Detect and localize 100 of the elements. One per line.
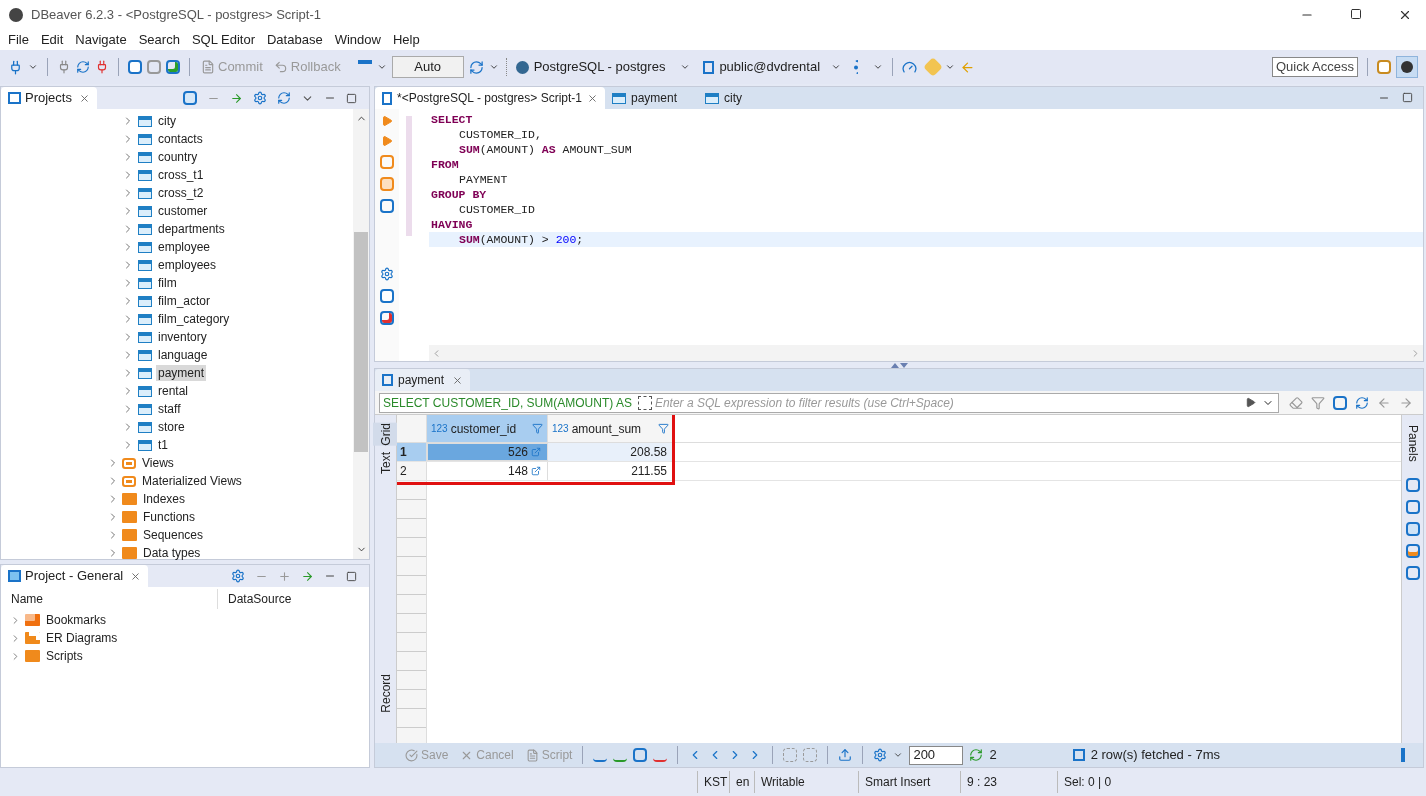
tree-item[interactable]: Indexes — [143, 490, 186, 508]
clear-filter-icon[interactable] — [1289, 395, 1303, 410]
results-tab[interactable]: payment — [375, 369, 471, 391]
side-tab[interactable]: Grid — [372, 423, 399, 446]
link-icon[interactable] — [531, 466, 541, 476]
editor-tab[interactable]: city — [698, 87, 749, 109]
back-icon[interactable] — [1377, 395, 1391, 410]
scroll-thumb[interactable] — [354, 232, 368, 452]
sash-arrows-icon[interactable] — [889, 362, 909, 368]
horizontal-scrollbar[interactable] — [429, 345, 1423, 361]
new-folder-icon[interactable] — [183, 91, 197, 105]
tree-item[interactable]: customer — [156, 203, 210, 219]
save-filter-icon[interactable] — [1333, 395, 1347, 410]
sql-view-icon[interactable] — [783, 748, 798, 762]
refresh-icon[interactable] — [1355, 395, 1369, 410]
column-header[interactable]: DataSource — [218, 589, 369, 609]
tree-item[interactable]: departments — [156, 221, 227, 237]
dropdown-icon[interactable] — [488, 62, 499, 72]
tree-item[interactable]: Scripts — [46, 647, 83, 665]
tree-item[interactable]: cross_t1 — [156, 167, 206, 183]
dropdown-icon[interactable] — [28, 62, 38, 72]
fetch-size-field[interactable]: 200 — [909, 745, 964, 765]
menu-item[interactable]: Window — [328, 30, 387, 50]
disconnect-icon[interactable] — [95, 60, 109, 74]
execute-statement-icon[interactable] — [381, 135, 393, 147]
menu-item[interactable]: Edit — [34, 30, 70, 50]
plug-icon[interactable] — [57, 60, 71, 74]
settings-icon[interactable] — [253, 91, 267, 105]
tree-item[interactable]: contacts — [156, 131, 205, 147]
panel-icon[interactable] — [1405, 543, 1420, 558]
add-icon[interactable] — [278, 569, 291, 583]
dropdown-icon[interactable] — [376, 62, 387, 72]
tree-item[interactable]: staff — [156, 401, 183, 417]
menu-item[interactable]: SQL Editor — [185, 30, 261, 50]
link-icon[interactable] — [531, 447, 541, 457]
new-script-icon[interactable] — [166, 60, 180, 74]
tree-item[interactable]: ER Diagrams — [46, 629, 118, 647]
perspective-icon[interactable] — [1377, 60, 1391, 74]
dropdown-icon[interactable] — [893, 750, 904, 760]
schema-selector[interactable]: public@dvdrental — [701, 57, 844, 77]
tree-item[interactable]: t1 — [156, 437, 170, 453]
commit-mode-button[interactable]: Auto — [391, 56, 464, 78]
tree-item[interactable]: Functions — [143, 508, 196, 526]
tree-item[interactable]: store — [156, 419, 187, 435]
tree-item[interactable]: cross_t2 — [156, 185, 206, 201]
settings-icon[interactable] — [231, 569, 245, 583]
dashboard-icon[interactable] — [902, 59, 918, 75]
execute-icon[interactable] — [381, 115, 393, 127]
explain-icon[interactable] — [380, 199, 394, 213]
export-icon[interactable] — [838, 748, 853, 762]
panel-icon[interactable] — [1405, 521, 1420, 536]
reconnect-icon[interactable] — [76, 60, 90, 74]
maximize-icon[interactable] — [1350, 8, 1362, 20]
table-cell[interactable]: 148 — [427, 462, 548, 480]
refresh-icon[interactable] — [969, 748, 984, 762]
panel-tab[interactable]: Project - General — [1, 565, 149, 587]
settings-icon[interactable] — [380, 267, 394, 281]
dropdown-icon[interactable] — [873, 62, 884, 72]
copy-row-icon[interactable] — [633, 748, 648, 762]
panel-tab[interactable]: Projects — [1, 87, 97, 109]
side-tab[interactable]: Text — [372, 451, 399, 474]
apply-filter-icon[interactable] — [1245, 397, 1256, 408]
menu-item[interactable]: Help — [386, 30, 426, 50]
tree-item[interactable]: inventory — [156, 329, 209, 345]
close-icon[interactable] — [1398, 8, 1412, 22]
menu-item[interactable]: File — [2, 30, 35, 50]
execute-new-tab-icon[interactable] — [380, 177, 394, 191]
panel-icon[interactable] — [1405, 565, 1420, 580]
column-header[interactable]: 123 customer_id — [427, 415, 548, 442]
connect-icon[interactable] — [8, 59, 23, 75]
tree-item[interactable]: employees — [156, 257, 219, 273]
panel-icon[interactable] — [1405, 477, 1420, 492]
dbeaver-perspective-icon[interactable] — [1396, 56, 1418, 78]
scrollbar[interactable] — [353, 109, 369, 559]
tree-item[interactable]: language — [156, 347, 210, 363]
expand-icon[interactable] — [637, 395, 652, 410]
panels-tab[interactable]: Panels — [1401, 425, 1424, 462]
row-number[interactable]: 2 — [397, 462, 427, 480]
table-cell[interactable]: 526 — [427, 443, 548, 461]
refresh-icon[interactable] — [277, 91, 291, 105]
link-icon[interactable] — [301, 569, 314, 583]
link-icon[interactable] — [230, 91, 243, 105]
grid-view-icon[interactable] — [803, 748, 818, 762]
side-tab[interactable]: Record — [372, 674, 399, 713]
dropdown-icon[interactable] — [945, 62, 956, 72]
script-icon[interactable] — [147, 60, 161, 74]
filter-field[interactable]: SELECT CUSTOMER_ID, SUM(AMOUNT) AS Enter a SQL expression to filter results (use Ctrl+Space) — [379, 392, 1279, 413]
execute-script-icon[interactable] — [380, 155, 394, 169]
menu-item[interactable]: Database — [261, 30, 329, 50]
tree-item[interactable]: film — [156, 275, 179, 291]
tree-item[interactable]: Views — [142, 454, 174, 472]
tree-item[interactable]: rental — [156, 383, 191, 399]
menu-item[interactable]: Search — [132, 30, 186, 50]
history-icon[interactable] — [468, 59, 484, 75]
tree-item[interactable]: country — [156, 149, 200, 165]
settings-icon[interactable] — [873, 748, 888, 762]
tree-item[interactable]: city — [156, 113, 178, 129]
column-header[interactable]: 123 amount_sum — [548, 415, 674, 442]
connection-selector[interactable]: PostgreSQL - postgres — [513, 57, 693, 77]
tree-item[interactable]: film_actor — [156, 293, 212, 309]
